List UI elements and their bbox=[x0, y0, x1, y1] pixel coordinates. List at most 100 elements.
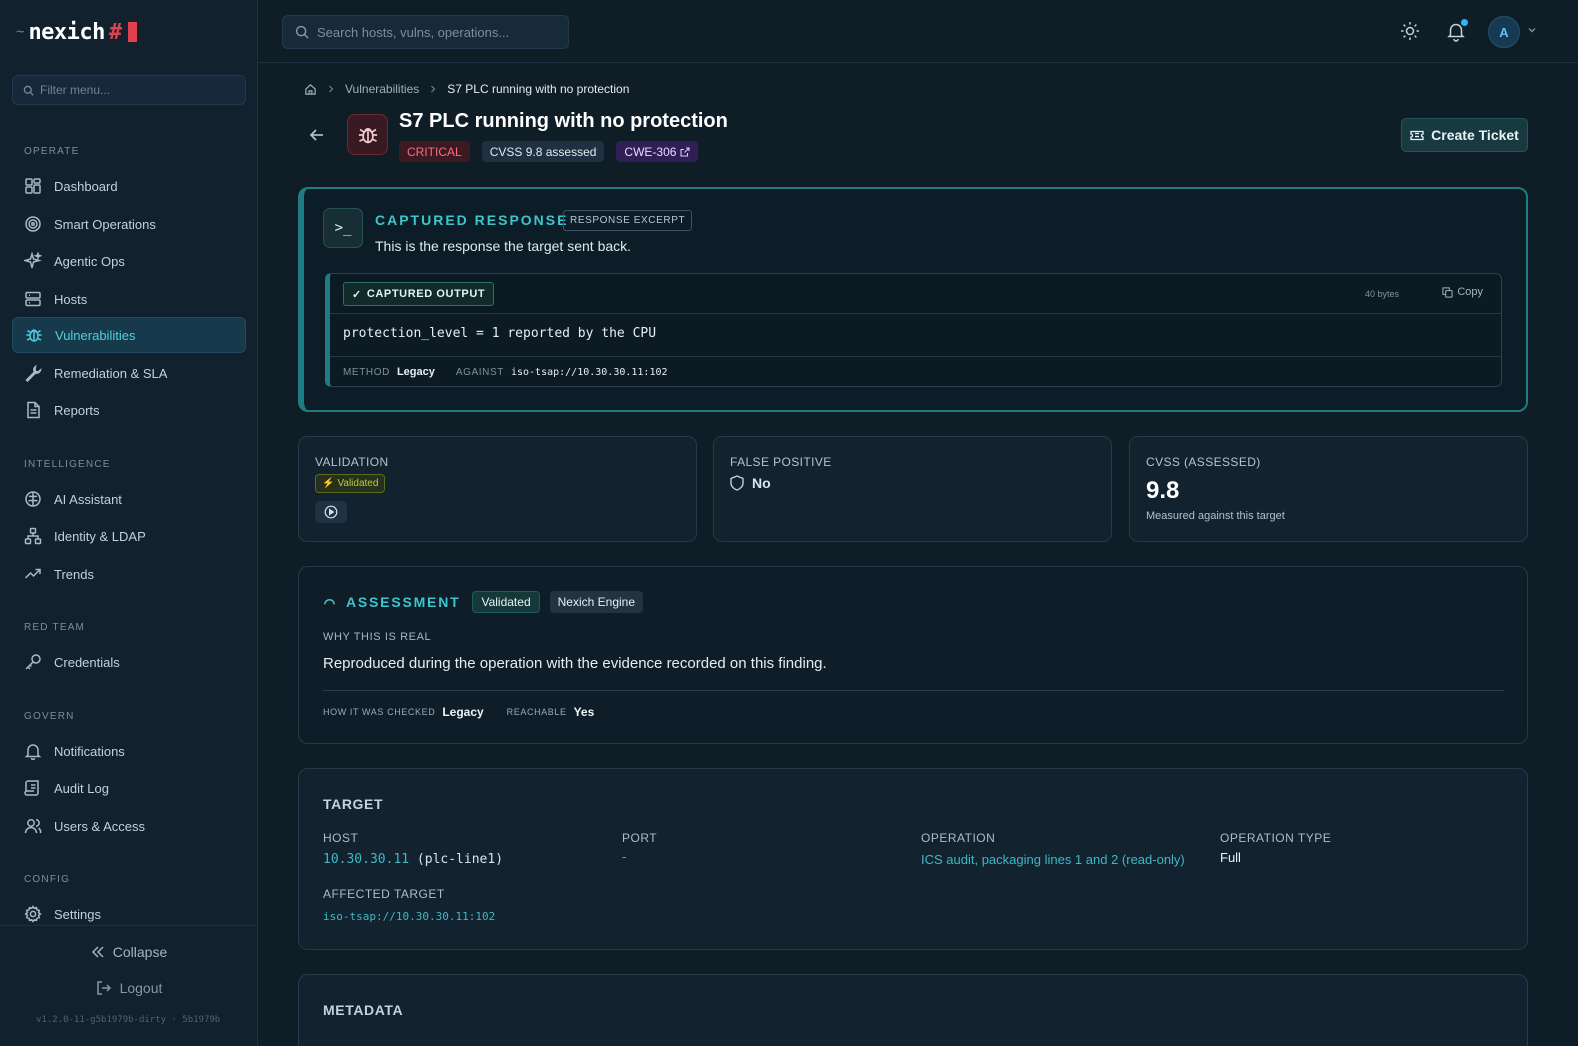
chevron-down-icon[interactable] bbox=[1526, 24, 1538, 36]
severity-badge: CRITICAL bbox=[399, 141, 470, 162]
sidebar-item-label: Identity & LDAP bbox=[54, 528, 146, 544]
avatar[interactable]: A bbox=[1488, 16, 1520, 48]
host-name: (plc-line1) bbox=[416, 852, 504, 867]
filter-menu bbox=[12, 75, 246, 105]
brand-cursor bbox=[128, 22, 138, 42]
page-title: S7 PLC running with no protection bbox=[399, 110, 728, 132]
replay-button[interactable] bbox=[315, 501, 347, 523]
brand-logo[interactable]: ~ nexich # bbox=[16, 18, 138, 46]
logout-button[interactable]: Logout bbox=[0, 980, 258, 996]
host-label: HOST bbox=[323, 831, 359, 845]
sidebar-item-label: AI Assistant bbox=[54, 491, 122, 507]
operation-type-label: OPERATION TYPE bbox=[1220, 831, 1332, 845]
validated-pill: Validated bbox=[472, 591, 540, 613]
sidebar-item-label: Users & Access bbox=[54, 818, 146, 834]
validation-label: VALIDATION bbox=[315, 455, 389, 469]
file-text-icon bbox=[27, 401, 40, 419]
validated-text: Validated bbox=[337, 478, 379, 489]
breadcrumb-vulnerabilities[interactable]: Vulnerabilities bbox=[345, 82, 419, 96]
home-icon[interactable] bbox=[304, 83, 317, 96]
sidebar-item-hosts[interactable]: Hosts bbox=[12, 281, 246, 317]
create-ticket-button[interactable]: Create Ticket bbox=[1401, 118, 1528, 152]
sidebar-item-label: Settings bbox=[54, 906, 101, 922]
sidebar-item-dashboard[interactable]: Dashboard bbox=[12, 168, 246, 204]
validated-badge: ⚡ Validated bbox=[315, 474, 386, 493]
copy-button[interactable]: Copy bbox=[1442, 286, 1483, 298]
sidebar-item-agentic-ops[interactable]: Agentic Ops bbox=[12, 243, 246, 279]
sidebar-item-ai-assistant[interactable]: AI Assistant bbox=[12, 481, 246, 517]
metadata-title: METADATA bbox=[323, 1002, 404, 1018]
response-excerpt-tag: RESPONSE EXCERPT bbox=[563, 210, 693, 231]
sidebar-item-audit-log[interactable]: Audit Log bbox=[12, 770, 246, 806]
host-value: 10.30.30.11 (plc-line1) bbox=[323, 852, 503, 867]
sidebar-item-label: Remediation & SLA bbox=[54, 365, 168, 381]
sidebar-item-label: Dashboard bbox=[54, 178, 118, 194]
cwe-label: CWE-306 bbox=[624, 144, 677, 159]
global-search-input[interactable] bbox=[317, 24, 557, 40]
search-icon bbox=[23, 85, 34, 96]
sidebar-item-label: Hosts bbox=[54, 291, 88, 307]
back-arrow-icon[interactable] bbox=[306, 124, 328, 146]
assessment-header: ASSESSMENT Validated Nexich Engine bbox=[323, 591, 644, 613]
section-config: CONFIG bbox=[24, 874, 71, 885]
collapse-button[interactable]: Collapse bbox=[0, 944, 258, 960]
host-ip-link[interactable]: 10.30.30.11 bbox=[323, 852, 409, 867]
against-key: AGAINST bbox=[455, 366, 504, 378]
bug-icon bbox=[358, 127, 377, 143]
sidebar-item-label: Notifications bbox=[54, 743, 125, 759]
logout-label: Logout bbox=[119, 980, 163, 996]
cvss-badge: CVSS 9.8 assessed bbox=[481, 141, 605, 162]
filter-menu-input[interactable] bbox=[40, 83, 230, 97]
check-icon: ✓ bbox=[352, 288, 362, 301]
sidebar-item-credentials[interactable]: Credentials bbox=[12, 644, 246, 680]
method-value: Legacy bbox=[396, 366, 435, 378]
sidebar-item-vulnerabilities[interactable]: Vulnerabilities bbox=[12, 317, 246, 353]
how-checked-key: HOW IT WAS CHECKED bbox=[323, 707, 436, 717]
false-positive-text: No bbox=[752, 475, 771, 491]
target-title: TARGET bbox=[323, 796, 384, 812]
sidebar: ~ nexich # OPERATE Dashboard Smart Opera… bbox=[0, 0, 258, 1046]
create-ticket-label: Create Ticket bbox=[1431, 127, 1519, 143]
against-value: iso-tsap://10.30.30.11:102 bbox=[510, 366, 668, 378]
sidebar-item-smart-operations[interactable]: Smart Operations bbox=[12, 206, 246, 242]
how-checked-value: Legacy bbox=[442, 705, 484, 719]
captured-response-card: >_ CAPTURED RESPONSE RESPONSE EXCERPT Th… bbox=[298, 187, 1528, 412]
affected-target-value[interactable]: iso-tsap://10.30.30.11:102 bbox=[323, 910, 495, 923]
chevrons-left-icon bbox=[91, 946, 104, 958]
version-text: v1.2.0-11-g5b1979b-dirty · 5b1979b bbox=[36, 1015, 221, 1025]
reachable-value: Yes bbox=[573, 705, 595, 719]
divider bbox=[323, 690, 1504, 691]
key-icon bbox=[25, 654, 41, 670]
top-bar: A bbox=[258, 0, 1578, 63]
sidebar-item-remediation[interactable]: Remediation & SLA bbox=[12, 355, 246, 391]
sidebar-item-identity[interactable]: Identity & LDAP bbox=[12, 518, 246, 554]
reachable-key: REACHABLE bbox=[506, 707, 567, 717]
brand-hash: # bbox=[108, 19, 123, 45]
theme-toggle-button[interactable] bbox=[1399, 20, 1421, 42]
cwe-link[interactable]: CWE-306 bbox=[616, 141, 699, 162]
sidebar-item-trends[interactable]: Trends bbox=[12, 556, 246, 592]
chevron-right-icon bbox=[431, 85, 436, 93]
sidebar-item-reports[interactable]: Reports bbox=[12, 392, 246, 428]
notifications-button[interactable] bbox=[1445, 19, 1468, 42]
bell-icon bbox=[24, 744, 42, 760]
operation-link[interactable]: ICS audit, packaging lines 1 and 2 (read… bbox=[921, 852, 1185, 867]
sidebar-item-label: Smart Operations bbox=[54, 216, 156, 232]
port-value: - bbox=[622, 849, 627, 864]
wrench-icon bbox=[25, 364, 42, 382]
bug-icon bbox=[26, 329, 42, 342]
sidebar-item-users[interactable]: Users & Access bbox=[12, 808, 246, 844]
dashboard-icon bbox=[25, 178, 41, 194]
target-card: TARGET HOST 10.30.30.11 (plc-line1) PORT… bbox=[298, 768, 1528, 950]
sidebar-item-notifications[interactable]: Notifications bbox=[12, 733, 246, 769]
section-intelligence: INTELLIGENCE bbox=[24, 459, 111, 470]
sun-icon bbox=[1401, 22, 1419, 40]
sparkles-icon bbox=[24, 252, 42, 269]
captured-output-box: ✓ CAPTURED OUTPUT 40 bytes Copy protecti… bbox=[325, 273, 1502, 387]
section-operate: OPERATE bbox=[24, 146, 80, 157]
output-size: 40 bytes bbox=[1364, 289, 1399, 299]
finding-badges: CRITICAL CVSS 9.8 assessed CWE-306 bbox=[399, 141, 699, 162]
port-label: PORT bbox=[622, 831, 658, 845]
play-circle-icon bbox=[324, 505, 338, 519]
assessment-details: HOW IT WAS CHECKED Legacy REACHABLE Yes bbox=[323, 705, 610, 719]
